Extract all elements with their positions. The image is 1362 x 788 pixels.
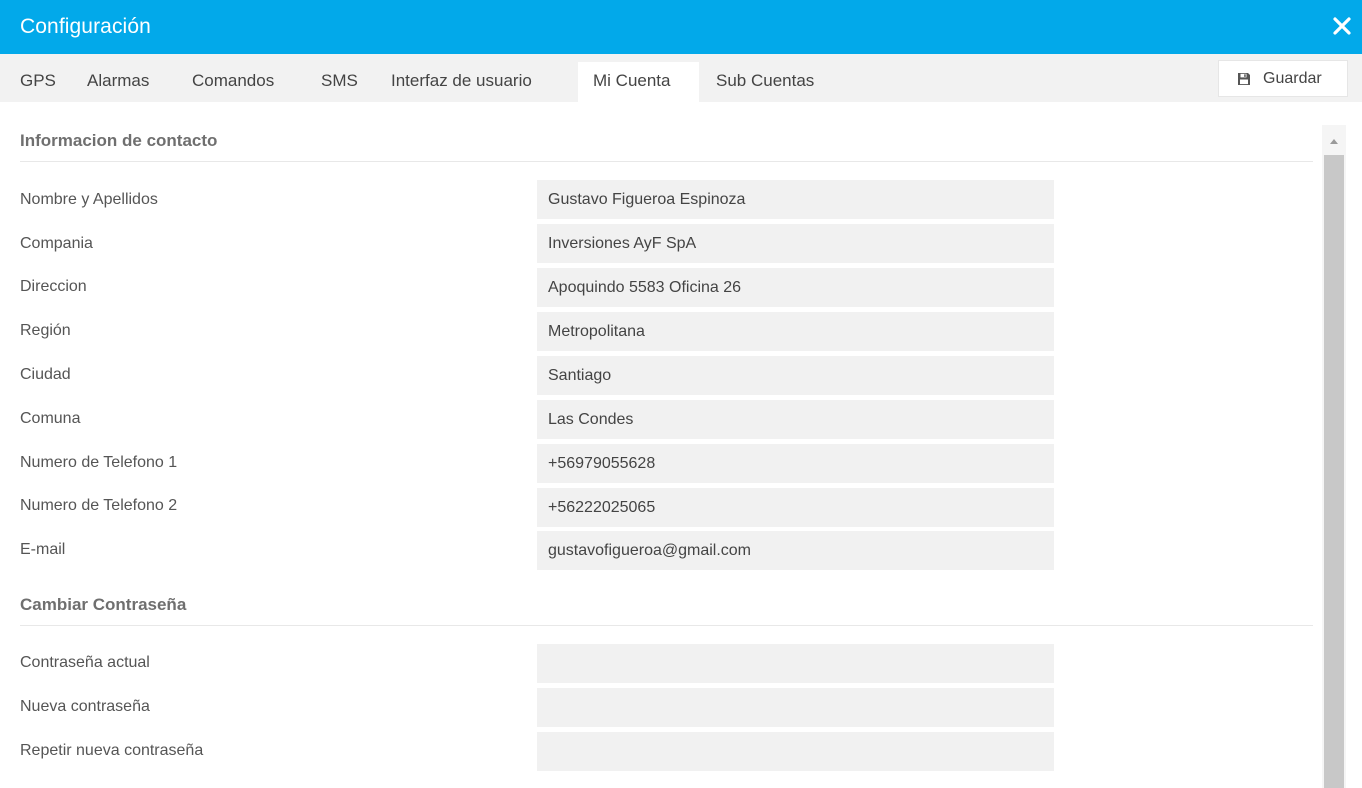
tab-sms[interactable]: SMS [306,62,373,102]
direccion-input[interactable] [537,268,1054,307]
new-password-input[interactable] [537,688,1054,727]
nombre-apellidos-input[interactable] [537,180,1054,219]
settings-window: Configuración GPS Alarmas Comandos SMS I… [0,0,1362,788]
label-direccion: Direccion [20,278,87,295]
label-repetir-contrasena: Repetir nueva contraseña [20,742,204,759]
tab-sub-cuentas[interactable]: Sub Cuentas [701,62,829,102]
contact-section-title: Informacion de contacto [20,102,1313,162]
tab-mi-cuenta[interactable]: Mi Cuenta [578,62,699,102]
tab-comandos[interactable]: Comandos [177,62,289,102]
compania-input[interactable] [537,224,1054,263]
label-region: Región [20,322,71,339]
password-section-title: Cambiar Contraseña [20,566,1313,626]
email-field[interactable] [537,531,1054,570]
vertical-scrollbar[interactable] [1322,125,1346,788]
label-nueva-contrasena: Nueva contraseña [20,698,150,715]
current-password-input[interactable] [537,644,1054,683]
tab-gps[interactable]: GPS [5,62,71,102]
close-icon[interactable] [1330,14,1354,38]
label-email: E-mail [20,541,66,558]
telefono-2-input[interactable] [537,488,1054,527]
label-ciudad: Ciudad [20,366,71,383]
contact-section-title-text: Informacion de contacto [20,131,218,150]
title-bar: Configuración [0,0,1362,54]
password-section-title-text: Cambiar Contraseña [20,595,187,614]
label-telefono-2: Numero de Telefono 2 [20,497,178,514]
floppy-disk-icon [1237,72,1251,86]
label-telefono-1: Numero de Telefono 1 [20,454,178,471]
label-nombre-apellidos: Nombre y Apellidos [20,191,158,208]
tab-interfaz-de-usuario[interactable]: Interfaz de usuario [376,62,547,102]
comuna-input[interactable] [537,400,1054,439]
scrollbar-thumb[interactable] [1324,155,1344,788]
label-contrasena-actual: Contraseña actual [20,654,150,671]
my-account-panel: Informacion de contacto Nombre y Apellid… [0,102,1320,788]
tab-alarmas[interactable]: Alarmas [72,62,164,102]
repeat-password-input[interactable] [537,732,1054,771]
label-comuna: Comuna [20,410,81,427]
window-title: Configuración [20,15,151,38]
region-input[interactable] [537,312,1054,351]
save-button-label: Guardar [1263,70,1322,87]
ciudad-input[interactable] [537,356,1054,395]
label-compania: Compania [20,235,93,252]
telefono-1-input[interactable] [537,444,1054,483]
tab-bar: GPS Alarmas Comandos SMS Interfaz de usu… [0,54,1362,102]
save-button[interactable]: Guardar [1218,60,1348,97]
scroll-up-arrow-icon[interactable] [1322,125,1346,155]
